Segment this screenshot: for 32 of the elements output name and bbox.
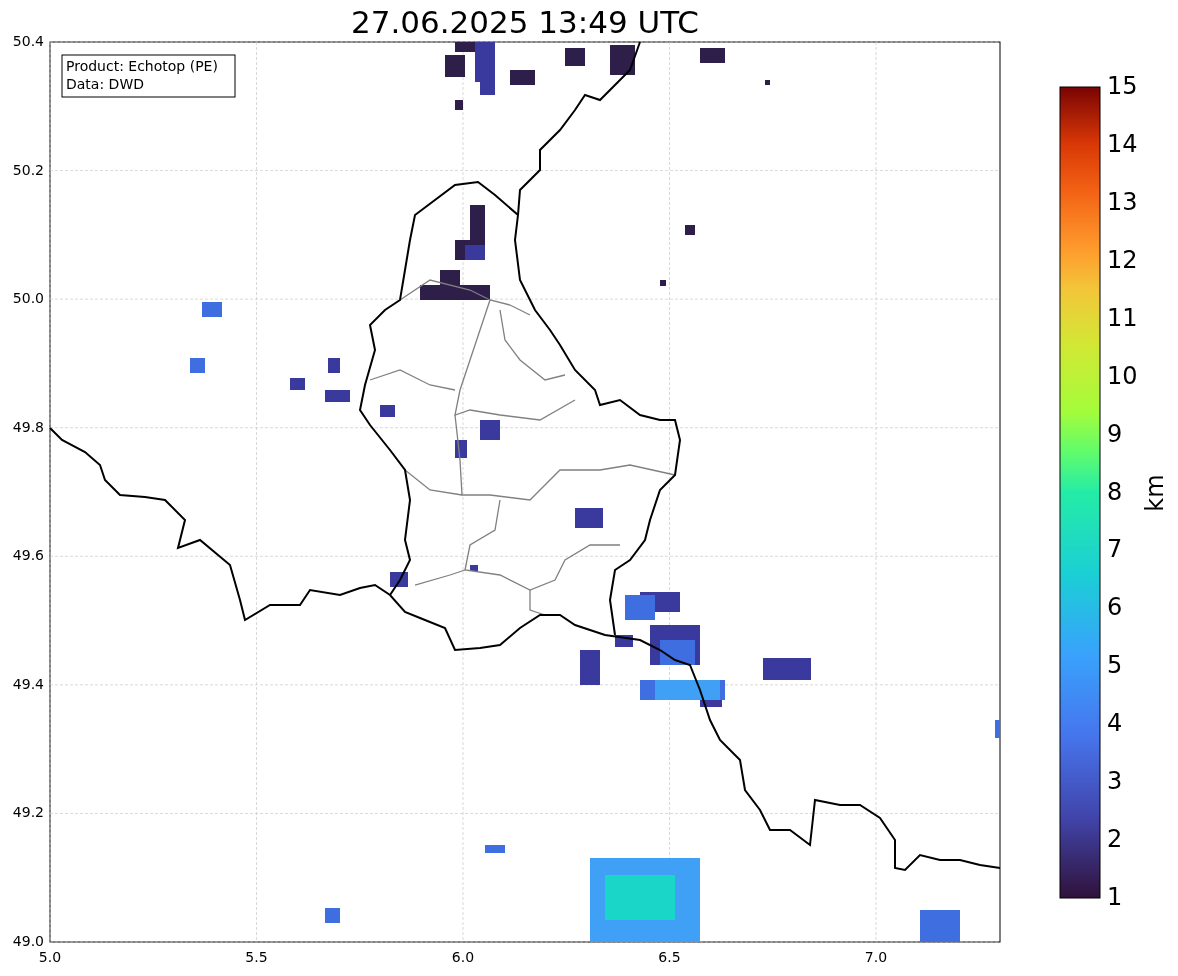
- colorbar-tick-label: 3: [1107, 767, 1123, 796]
- x-tick-label: 6.0: [451, 949, 475, 965]
- colorbar-label: km: [1141, 474, 1169, 512]
- colorbar-tick-label: 12: [1107, 245, 1138, 274]
- colorbar-tick-label: 7: [1107, 535, 1123, 564]
- y-tick-label: 49.0: [12, 933, 44, 949]
- x-tick-label: 5.5: [245, 949, 268, 965]
- y-tick-label: 50.2: [12, 161, 44, 178]
- colorbar-tick-label: 2: [1107, 825, 1123, 854]
- colorbar-tick-label: 9: [1107, 419, 1123, 448]
- y-tick-label: 49.8: [12, 418, 44, 435]
- x-tick-label: 7.0: [864, 949, 888, 965]
- colorbar-tick-label: 11: [1107, 303, 1138, 332]
- legend-text: Product: Echotop (PE): [66, 58, 218, 74]
- y-tick-label: 49.6: [12, 547, 44, 564]
- colorbar-tick-label: 4: [1107, 709, 1123, 738]
- legend-text: Data: DWD: [66, 76, 144, 92]
- x-tick-label: 5.0: [38, 949, 62, 965]
- colorbar-tick-label: 13: [1107, 187, 1138, 216]
- x-tick-label: 6.5: [658, 949, 681, 965]
- chart-title: 27.06.2025 13:49 UTC: [351, 3, 699, 40]
- colorbar-tick-label: 5: [1107, 651, 1123, 680]
- y-tick-label: 50.4: [12, 33, 44, 49]
- colorbar-tick-label: 15: [1107, 72, 1138, 100]
- y-tick-label: 50.0: [12, 290, 44, 307]
- colorbar-tick-label: 14: [1107, 129, 1138, 158]
- y-tick-label: 49.2: [12, 804, 44, 821]
- colorbar-tick-label: 8: [1107, 477, 1123, 506]
- y-tick-label: 49.4: [12, 675, 44, 692]
- colorbar-tick-label: 10: [1107, 361, 1138, 390]
- colorbar-tick-label: 6: [1107, 593, 1123, 622]
- colorbar-tick-label: 1: [1107, 883, 1123, 911]
